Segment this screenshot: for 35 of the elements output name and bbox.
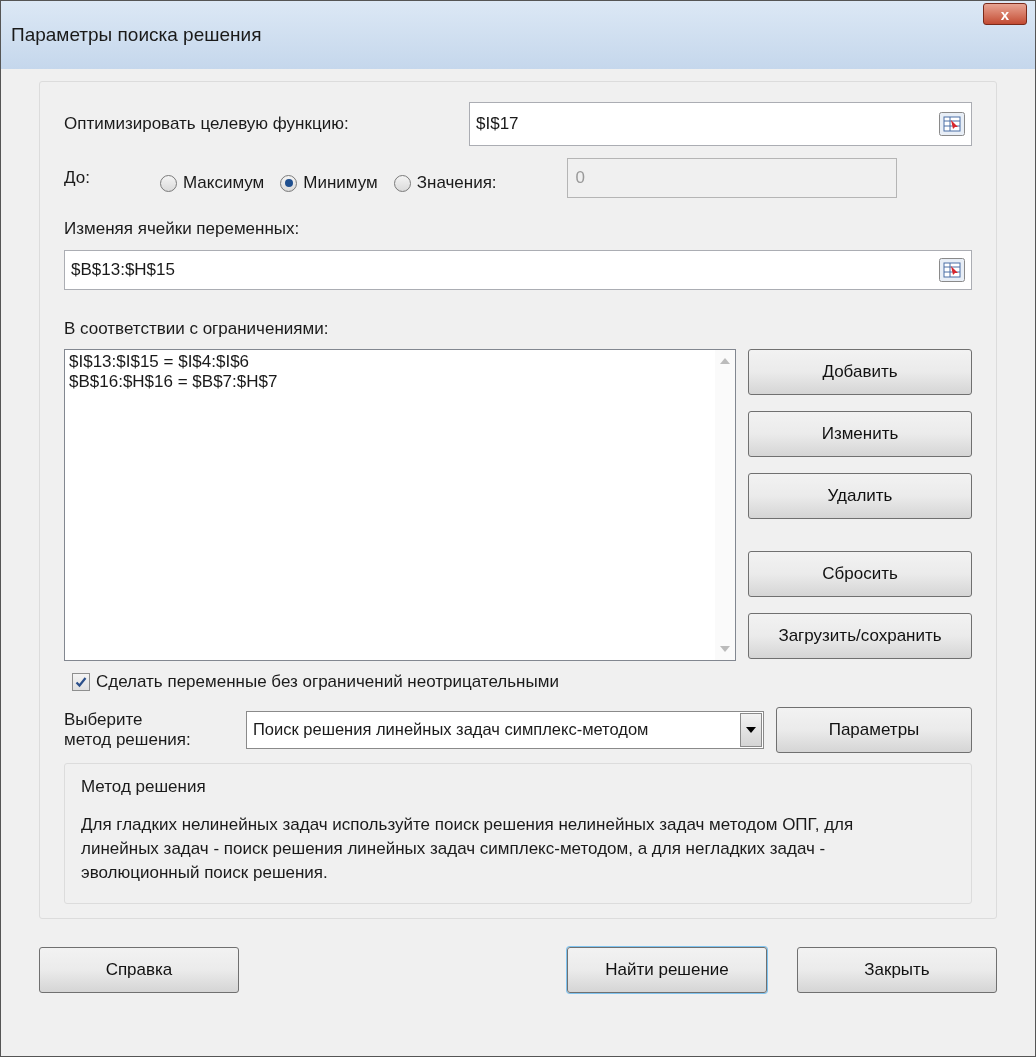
range-select-icon[interactable] bbox=[939, 112, 965, 136]
constraint-item[interactable]: $I$13:$I$15 = $I$4:$I$6 bbox=[69, 352, 715, 372]
method-info-title: Метод решения bbox=[81, 775, 207, 798]
dialog-button[interactable]: Найти решение bbox=[567, 947, 767, 993]
radio-button[interactable] bbox=[393, 174, 411, 192]
constraints-list[interactable]: $I$13:$I$15 = $I$4:$I$6 $B$16:$H$16 = $B$7:$H$7 bbox=[64, 349, 736, 661]
method-label: Выберите bbox=[64, 709, 144, 730]
radio-button[interactable] bbox=[280, 174, 298, 192]
constraint-item[interactable]: $B$16:$H$16 = $B$7:$H$7 bbox=[69, 372, 715, 392]
range-select-icon[interactable] bbox=[939, 257, 965, 282]
method-info-text: Для гладких нелинейных задач используйте поиск решения нелинейных задач методом ОПГ, для линейных задач - поиск решения линейных задач симплекс-методом, а для негладких задач - эволюционный поиск решения. bbox=[81, 814, 855, 884]
method-dropdown[interactable]: Поиск решения линейных задач симплекс-методом bbox=[246, 710, 764, 749]
to-label: До: bbox=[64, 167, 91, 190]
radio-option[interactable]: Максимум bbox=[160, 170, 265, 196]
constraint-button[interactable]: Сбросить bbox=[748, 551, 972, 597]
constraint-button[interactable]: Изменить bbox=[748, 411, 972, 457]
variables-label: Изменяя ячейки переменных: bbox=[64, 218, 301, 240]
dialog-button[interactable]: Закрыть bbox=[797, 947, 997, 993]
constraint-button[interactable]: Добавить bbox=[748, 349, 972, 395]
objective-field[interactable]: $I$17 bbox=[469, 102, 972, 146]
objective-label: Оптимизировать целевую функцию: bbox=[64, 113, 350, 136]
radio-option[interactable]: Минимум bbox=[280, 170, 378, 196]
checkbox[interactable] bbox=[72, 672, 90, 691]
constraint-button[interactable]: Удалить bbox=[748, 473, 972, 519]
constraint-button[interactable]: Загрузить/сохранить bbox=[748, 613, 972, 659]
options-button[interactable]: Параметры bbox=[776, 706, 972, 753]
constraints-label: В соответствии с ограничениями: bbox=[64, 317, 330, 340]
radio-button[interactable] bbox=[160, 174, 177, 192]
variables-field[interactable]: $B$13:$H$15 bbox=[64, 249, 972, 290]
checkbox-label[interactable]: Сделать переменные без ограничений неотрицательными bbox=[96, 669, 559, 695]
window-title: Параметры поиска решения bbox=[11, 22, 262, 47]
checkmark-icon bbox=[75, 675, 87, 688]
dialog-button[interactable]: Справка bbox=[39, 947, 239, 993]
method-label: метод решения: bbox=[64, 729, 192, 750]
radio-option[interactable]: Значения: bbox=[393, 170, 497, 196]
